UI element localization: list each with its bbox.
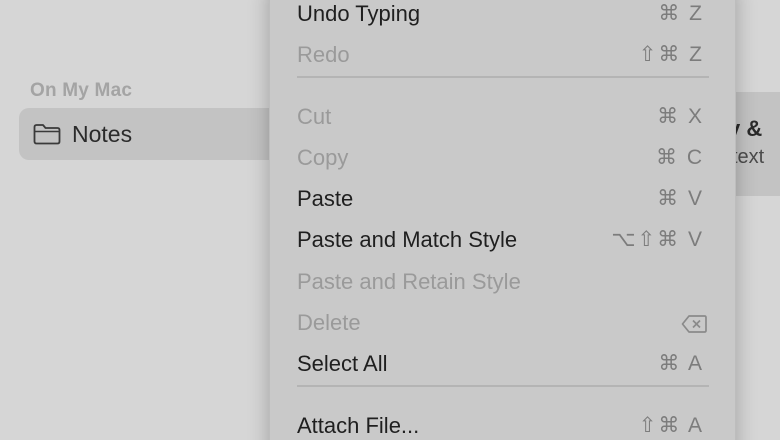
sidebar-section-header: On My Mac <box>30 80 133 101</box>
notes-app-window: On My Mac Notes y & text Undo Typing ⌘ Z… <box>0 0 780 440</box>
note-preview: text <box>732 146 765 168</box>
menu-separator <box>297 385 709 387</box>
menu-item-select-all[interactable]: Select All ⌘ A <box>270 344 735 384</box>
menu-item-label: Attach File... <box>297 413 420 438</box>
menu-item-label: Delete <box>297 310 361 335</box>
sidebar: On My Mac Notes <box>0 0 289 440</box>
menu-item-shortcut: ⌘ V <box>657 187 704 210</box>
menu-item-shortcut: ⌘ C <box>656 146 704 169</box>
menu-item-paste-and-match-style[interactable]: Paste and Match Style ⌥⇧⌘ V <box>270 220 735 260</box>
menu-item-shortcut: ⌘ A <box>658 352 704 375</box>
sidebar-item-notes[interactable]: Notes <box>19 108 289 160</box>
delete-key-icon <box>681 315 707 333</box>
menu-item-cut[interactable]: Cut ⌘ X <box>270 97 735 137</box>
menu-item-undo-typing[interactable]: Undo Typing ⌘ Z <box>270 0 735 34</box>
menu-item-label: Undo Typing <box>297 1 421 26</box>
menu-item-label: Paste <box>297 186 354 211</box>
menu-item-label: Select All <box>297 351 388 376</box>
menu-separator <box>297 76 709 78</box>
menu-item-label: Copy <box>297 145 349 170</box>
menu-item-shortcut: ⇧⌘ A <box>638 414 704 437</box>
menu-item-label: Cut <box>297 104 332 129</box>
menu-item-shortcut: ⌘ X <box>657 105 704 128</box>
menu-item-label: Redo <box>297 42 350 67</box>
menu-item-attach-file[interactable]: Attach File... ⇧⌘ A <box>270 406 735 440</box>
menu-item-shortcut: ⇧⌘ Z <box>638 43 704 66</box>
menu-item-shortcut: ⌘ Z <box>658 2 704 25</box>
folder-icon <box>33 124 61 145</box>
sidebar-item-label: Notes <box>72 121 133 147</box>
menu-item-label: Paste and Retain Style <box>297 269 521 294</box>
menu-item-delete[interactable]: Delete <box>270 303 735 343</box>
menu-item-redo[interactable]: Redo ⇧⌘ Z <box>270 35 735 75</box>
menu-item-paste[interactable]: Paste ⌘ V <box>270 179 735 219</box>
edit-menu: Undo Typing ⌘ Z Redo ⇧⌘ Z Cut ⌘ X Copy ⌘… <box>270 0 735 440</box>
menu-item-shortcut: ⌥⇧⌘ V <box>611 228 704 251</box>
menu-item-label: Paste and Match Style <box>297 227 518 252</box>
menu-item-copy[interactable]: Copy ⌘ C <box>270 138 735 178</box>
menu-item-paste-and-retain-style[interactable]: Paste and Retain Style <box>270 262 735 302</box>
